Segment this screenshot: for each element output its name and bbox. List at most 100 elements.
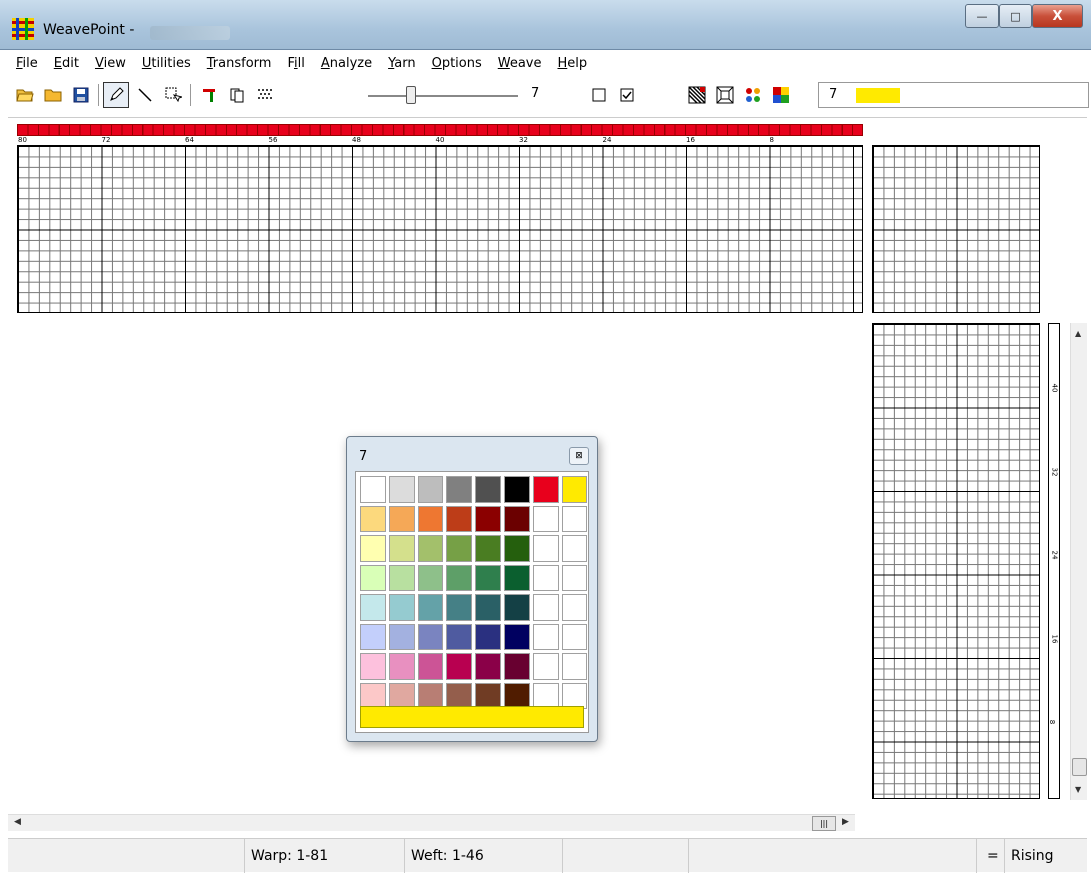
palette-color-cell[interactable] [561,535,588,562]
menu-item[interactable]: Weave [490,56,550,71]
palette-color-cell[interactable] [417,653,444,680]
palette-color-cell[interactable] [388,594,415,621]
palette-color-cell[interactable] [532,564,559,591]
open-folder-icon[interactable] [12,82,38,108]
palette-color-cell[interactable] [417,535,444,562]
weave-view-icon[interactable] [684,82,710,108]
vertical-scroll-thumb[interactable] [1072,758,1087,776]
palette-color-cell[interactable] [360,653,386,680]
copy-icon[interactable] [224,82,250,108]
palette-color-cell[interactable] [388,623,415,650]
palette-color-cell[interactable] [360,623,386,650]
palette-color-cell[interactable] [561,505,588,532]
menu-item[interactable]: View [87,56,134,71]
checkbox-checked-icon[interactable] [614,82,640,108]
palette-color-cell[interactable] [561,564,588,591]
palette-color-cell[interactable] [561,623,588,650]
palette-color-cell[interactable] [532,653,559,680]
vertical-scrollbar[interactable]: ▲ ▼ [1070,323,1087,800]
zoom-slider-thumb[interactable] [406,86,416,104]
horizontal-scrollbar[interactable]: ◀ ||| ▶ [8,814,855,831]
pattern-icon[interactable] [252,82,278,108]
palette-color-cell[interactable] [503,623,530,650]
palette-color-cell[interactable] [360,476,386,503]
menu-item[interactable]: Utilities [134,56,199,71]
line-icon[interactable] [132,82,158,108]
colors-icon[interactable] [740,82,766,108]
scroll-right-arrow-icon[interactable]: ▶ [842,817,849,827]
palette-color-cell[interactable] [388,653,415,680]
palette-color-cell[interactable] [475,505,501,532]
palette-color-cell[interactable] [388,564,415,591]
palette-color-cell[interactable] [388,505,415,532]
palette-color-cell[interactable] [503,505,530,532]
select-icon[interactable] [160,82,186,108]
palette-color-cell[interactable] [475,476,501,503]
palette-color-cell[interactable] [446,564,473,591]
horizontal-scroll-thumb[interactable]: ||| [812,816,836,831]
palette-color-cell[interactable] [532,594,559,621]
palette-close-button[interactable]: ⊠ [569,447,589,465]
pencil-icon[interactable] [103,82,129,108]
menu-item[interactable]: Edit [46,56,87,71]
palette-color-cell[interactable] [417,505,444,532]
palette-color-cell[interactable] [417,564,444,591]
threading-grid[interactable] [17,145,863,313]
folder-icon[interactable] [40,82,66,108]
palette-color-cell[interactable] [446,476,473,503]
palette-color-cell[interactable] [475,653,501,680]
weft-color-strip[interactable]: 40 32 24 16 8 [1048,323,1060,799]
palette-color-cell[interactable] [360,594,386,621]
scroll-left-arrow-icon[interactable]: ◀ [14,817,21,827]
save-icon[interactable] [68,82,94,108]
palette-color-cell[interactable] [503,564,530,591]
current-color-field[interactable]: 7 [818,82,1089,108]
palette-color-cell[interactable] [417,594,444,621]
palette-color-cell[interactable] [532,535,559,562]
palette-color-cell[interactable] [388,535,415,562]
palette-color-cell[interactable] [503,535,530,562]
palette-color-cell[interactable] [503,476,530,503]
palette-color-cell[interactable] [475,594,501,621]
thread-color-icon[interactable] [196,82,222,108]
palette-color-cell[interactable] [475,623,501,650]
palette-color-cell[interactable] [532,623,559,650]
palette-color-cell[interactable] [446,623,473,650]
maximize-button[interactable]: □ [999,4,1032,28]
palette-color-cell[interactable] [360,564,386,591]
zoom-slider-track[interactable] [368,95,518,97]
palette-color-cell[interactable] [532,505,559,532]
palette-color-cell[interactable] [475,564,501,591]
treadling-grid[interactable] [872,323,1040,799]
palette-color-cell[interactable] [417,623,444,650]
color-view-icon[interactable] [712,82,738,108]
palette-color-cell[interactable] [561,594,588,621]
menu-item[interactable]: Help [550,56,596,71]
palette-color-cell[interactable] [446,535,473,562]
palette-color-cell[interactable] [446,653,473,680]
palette-color-cell[interactable] [475,535,501,562]
palette-color-cell[interactable] [446,505,473,532]
palette-color-cell[interactable] [532,476,559,503]
palette-color-cell[interactable] [360,505,386,532]
palette-color-cell[interactable] [503,653,530,680]
palette-color-cell[interactable] [446,594,473,621]
warp-color-ruler[interactable] [17,124,863,136]
scroll-down-arrow-icon[interactable]: ▼ [1075,785,1081,794]
tieup-grid[interactable] [872,145,1040,313]
palette-color-cell[interactable] [561,476,588,503]
close-button[interactable]: X [1032,4,1083,28]
palette-color-cell[interactable] [388,476,415,503]
title-bar[interactable]: WeavePoint - — □ X [0,0,1091,50]
menu-item[interactable]: Fill [279,56,312,71]
palette-icon[interactable] [768,82,794,108]
menu-item[interactable]: Analyze [313,56,380,71]
scroll-up-arrow-icon[interactable]: ▲ [1075,329,1081,338]
palette-color-cell[interactable] [561,653,588,680]
palette-color-cell[interactable] [503,594,530,621]
checkbox-empty-icon[interactable] [586,82,612,108]
menu-item[interactable]: Transform [199,56,280,71]
palette-color-cell[interactable] [360,535,386,562]
menu-item[interactable]: File [8,56,46,71]
menu-item[interactable]: Yarn [380,56,423,71]
